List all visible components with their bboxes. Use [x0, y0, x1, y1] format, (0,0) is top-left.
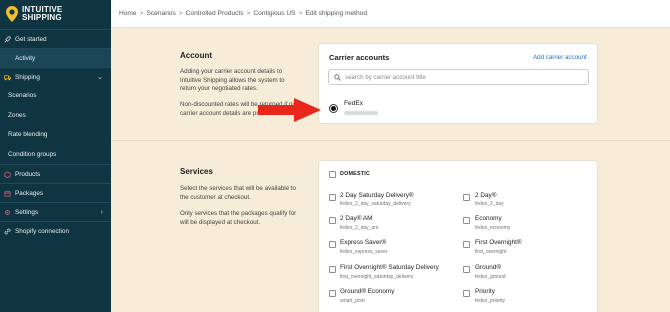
sidebar-item-settings[interactable]: Settings › [0, 202, 111, 221]
carrier-radio-fedex[interactable] [329, 104, 338, 113]
sidebar-item-label: Settings [15, 208, 39, 216]
service-code: first_overnight_saturday_delivery [340, 274, 414, 280]
sidebar-item-rate-blending[interactable]: Rate blending [0, 125, 111, 145]
breadcrumb-current-page: Edit shipping method [305, 10, 368, 17]
service-label: First Overnight® [475, 239, 522, 246]
service-label: 2 Day Saturday Delivery® [340, 192, 414, 199]
gear-icon [5, 209, 10, 215]
sidebar: INTUITIVE SHIPPING Get started Activity … [0, 0, 111, 312]
redacted-account-number [344, 111, 378, 115]
service-code: fedex_express_saver [340, 249, 388, 255]
add-carrier-account-link[interactable]: Add carrier account [533, 54, 587, 61]
services-note: Only services that the packages qualify … [180, 210, 297, 226]
services-description: Select the services that will be availab… [180, 185, 296, 201]
radio-selected-dot [331, 106, 336, 111]
service-checkbox[interactable] [329, 266, 336, 273]
services-card: DOMESTIC 2 Day Saturday Delivery® fedex_… [318, 160, 598, 312]
sidebar-item-label: Get started [15, 35, 47, 43]
logo-line-2: SHIPPING [22, 13, 62, 22]
service-code: fedex_2_day_am [340, 225, 379, 231]
service-code: smart_post [340, 298, 365, 304]
sidebar-item-label: Rate blending [8, 131, 48, 139]
service-checkbox[interactable] [329, 217, 336, 224]
service-label: Economy [475, 215, 502, 222]
sidebar-item-get-started[interactable]: Get started [0, 29, 111, 48]
breadcrumb-home[interactable]: Home [119, 10, 137, 17]
domestic-group-label: DOMESTIC [340, 171, 371, 177]
logo-text: INTUITIVE SHIPPING [22, 6, 62, 22]
service-checkbox[interactable] [329, 241, 336, 248]
carrier-name: FedEx [344, 100, 364, 107]
sidebar-item-shopify-connection[interactable]: Shopify connection [0, 221, 111, 240]
service-checkbox[interactable] [463, 266, 470, 273]
service-checkbox[interactable] [329, 194, 336, 201]
sidebar-item-label: Shopify connection [15, 227, 70, 235]
account-section-title: Account [180, 51, 212, 60]
service-label: Ground® Economy [340, 288, 395, 295]
service-checkbox[interactable] [463, 290, 470, 297]
link-icon [4, 228, 11, 234]
service-code: fedex_economy [475, 225, 511, 231]
sidebar-item-label: Packages [15, 189, 44, 197]
truck-icon [4, 74, 11, 80]
carrier-accounts-title: Carrier accounts [329, 53, 390, 62]
app-logo[interactable]: INTUITIVE SHIPPING [0, 0, 111, 28]
service-code: first_overnight [475, 249, 507, 255]
domestic-group-checkbox[interactable] [329, 171, 336, 178]
breadcrumb-scenarios[interactable]: Scenarios [146, 10, 175, 17]
sidebar-item-label: Zones [8, 111, 26, 119]
service-label: 2 Day® [475, 192, 497, 199]
sidebar-item-label: Shipping [15, 73, 40, 81]
breadcrumb-separator: > [139, 10, 144, 17]
service-checkbox[interactable] [463, 217, 470, 224]
sidebar-item-activity[interactable]: Activity [0, 48, 111, 67]
breadcrumb-contigious-us[interactable]: Contigious US [253, 10, 295, 17]
service-checkbox[interactable] [329, 290, 336, 297]
sidebar-item-label: Products [15, 170, 41, 178]
service-label: 2 Day® AM [340, 215, 373, 222]
search-input[interactable] [345, 73, 565, 81]
service-label: First Overnight® Saturday Delivery [340, 264, 439, 271]
breadcrumb-separator: > [298, 10, 303, 17]
location-pin-icon [6, 6, 18, 22]
account-description: Adding your carrier account details to I… [180, 68, 285, 93]
sidebar-item-packages[interactable]: Packages [0, 183, 111, 202]
package-icon [4, 190, 11, 196]
service-label: Express Saver® [340, 239, 387, 246]
services-section-title: Services [180, 167, 213, 176]
sidebar-item-zones[interactable]: Zones [0, 106, 111, 126]
carrier-accounts-card: Carrier accounts Add carrier account Fed… [318, 43, 598, 124]
breadcrumb-separator: > [178, 10, 183, 17]
sidebar-item-shipping[interactable]: Shipping ⌄ [0, 67, 111, 86]
sidebar-item-label: Scenarios [8, 92, 37, 100]
service-code: fedex_priority [475, 298, 506, 304]
search-icon [334, 73, 341, 81]
service-label: Ground® [475, 264, 502, 271]
sidebar-item-products[interactable]: Products [0, 164, 111, 183]
breadcrumb-separator: > [246, 10, 251, 17]
activity-icon [4, 55, 11, 62]
breadcrumb: Home > Scenarios > Controlled Products >… [111, 0, 670, 28]
sidebar-item-label: Activity [15, 54, 36, 62]
sidebar-item-condition-groups[interactable]: Condition groups [0, 145, 111, 165]
rocket-icon [4, 36, 11, 42]
chevron-right-icon[interactable]: › [101, 209, 103, 216]
carrier-search-field[interactable] [328, 69, 589, 85]
box-icon [4, 170, 11, 178]
chevron-down-icon[interactable]: ⌄ [97, 73, 103, 81]
service-label: Priority [475, 288, 495, 295]
red-arrow-annotation [258, 98, 321, 122]
section-divider [111, 140, 670, 141]
breadcrumb-controlled-products[interactable]: Controlled Products [186, 10, 244, 17]
service-checkbox[interactable] [463, 241, 470, 248]
service-code: fedex_ground [475, 274, 506, 280]
sidebar-item-scenarios[interactable]: Scenarios [0, 86, 111, 106]
service-checkbox[interactable] [463, 194, 470, 201]
sidebar-nav: Get started Activity Shipping ⌄ Scenario… [0, 29, 111, 240]
sidebar-item-label: Condition groups [8, 150, 57, 158]
service-code: fedex_2_day_saturday_delivery [340, 201, 411, 207]
service-code: fedex_2_day [475, 201, 504, 207]
